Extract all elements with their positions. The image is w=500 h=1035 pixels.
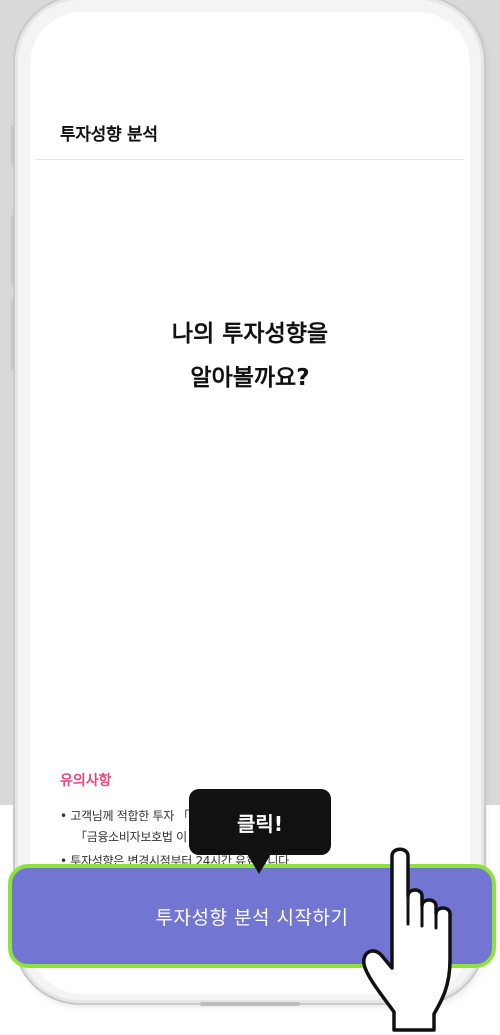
phone-side-button xyxy=(11,215,15,285)
pointing-hand-icon xyxy=(362,847,452,1032)
headline-line-2: 알아볼까요? xyxy=(190,365,310,391)
notice-title: 유의사항 xyxy=(60,773,112,789)
phone-side-button xyxy=(11,125,15,165)
header-divider xyxy=(36,159,464,160)
headline-line-1: 나의 투자성향을 xyxy=(171,321,329,347)
phone-side-button xyxy=(11,300,15,370)
click-tooltip: 클릭! xyxy=(189,789,331,855)
tooltip-pointer xyxy=(247,854,271,874)
headline: 나의 투자성향을 알아볼까요? xyxy=(30,312,470,400)
page-title: 투자성향 분석 xyxy=(60,125,158,145)
home-indicator xyxy=(200,1002,300,1006)
